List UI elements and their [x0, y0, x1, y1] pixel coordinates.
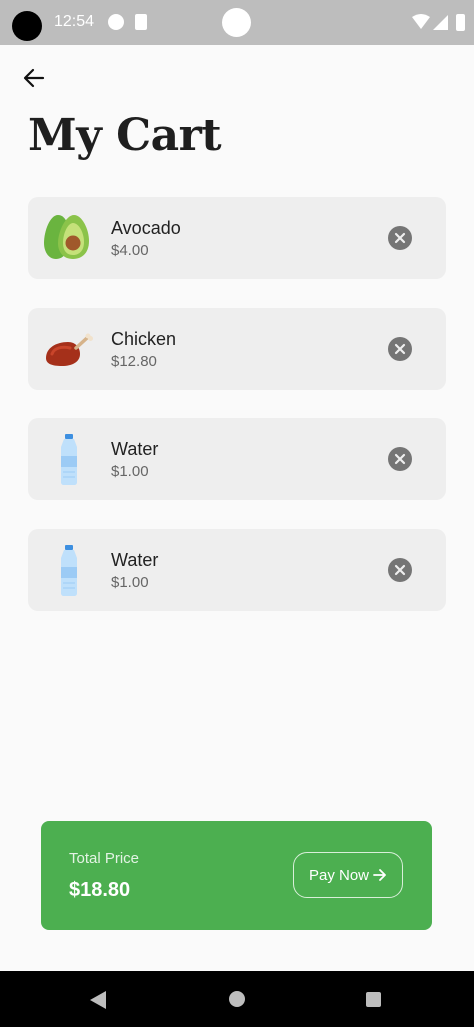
camera-cutout-icon [12, 11, 42, 41]
app-notification-icon [108, 14, 124, 30]
water-bottle-icon [61, 544, 77, 596]
item-name: Water [111, 549, 159, 570]
back-button[interactable] [18, 62, 50, 94]
total-price-card: Total Price $18.80 Pay Now [41, 821, 432, 930]
arrow-right-icon [373, 869, 386, 881]
avocado-icon [44, 215, 89, 259]
signal-icon [433, 15, 448, 30]
remove-item-button[interactable] [388, 447, 412, 471]
nav-home-icon[interactable] [229, 991, 245, 1007]
item-price: $1.00 [111, 573, 149, 591]
status-time: 12:54 [54, 13, 95, 30]
cart-item: Water $1.00 [28, 418, 446, 500]
cart-list: Avocado $4.00 Chicken $12.80 Water $1.00… [28, 197, 446, 639]
item-price: $4.00 [111, 242, 149, 259]
total-price-label: Total Price [69, 850, 140, 867]
chicken-icon [46, 333, 93, 366]
navigation-bar [0, 971, 474, 1027]
item-name: Avocado [111, 218, 181, 238]
remove-item-button[interactable] [388, 226, 412, 250]
nav-back-icon[interactable] [90, 991, 106, 1009]
page-title: My Cart [28, 110, 222, 161]
nav-recents-icon[interactable] [366, 992, 381, 1007]
status-bar: 12:54 [0, 0, 474, 45]
close-icon [394, 453, 406, 465]
sd-card-icon [135, 14, 147, 30]
item-name: Chicken [111, 328, 177, 349]
status-indicator-dot [222, 8, 251, 37]
battery-icon [456, 14, 465, 31]
remove-item-button[interactable] [388, 557, 412, 582]
cart-item: Chicken $12.80 [28, 307, 446, 390]
close-icon [394, 564, 406, 575]
close-icon [394, 343, 406, 354]
cart-item: Avocado $4.00 [28, 197, 446, 279]
arrow-left-icon [23, 68, 45, 88]
water-bottle-icon [61, 434, 77, 485]
item-price: $12.80 [111, 352, 157, 370]
pay-now-label: Pay Now [308, 866, 370, 884]
cart-item: Water $1.00 [28, 528, 446, 611]
total-price-value: $18.80 [69, 879, 131, 901]
remove-item-button[interactable] [388, 336, 412, 361]
wifi-icon [412, 14, 430, 29]
item-name: Water [111, 439, 159, 459]
close-icon [394, 232, 406, 244]
pay-now-button[interactable]: Pay Now [293, 852, 403, 898]
item-price: $1.00 [111, 463, 149, 480]
